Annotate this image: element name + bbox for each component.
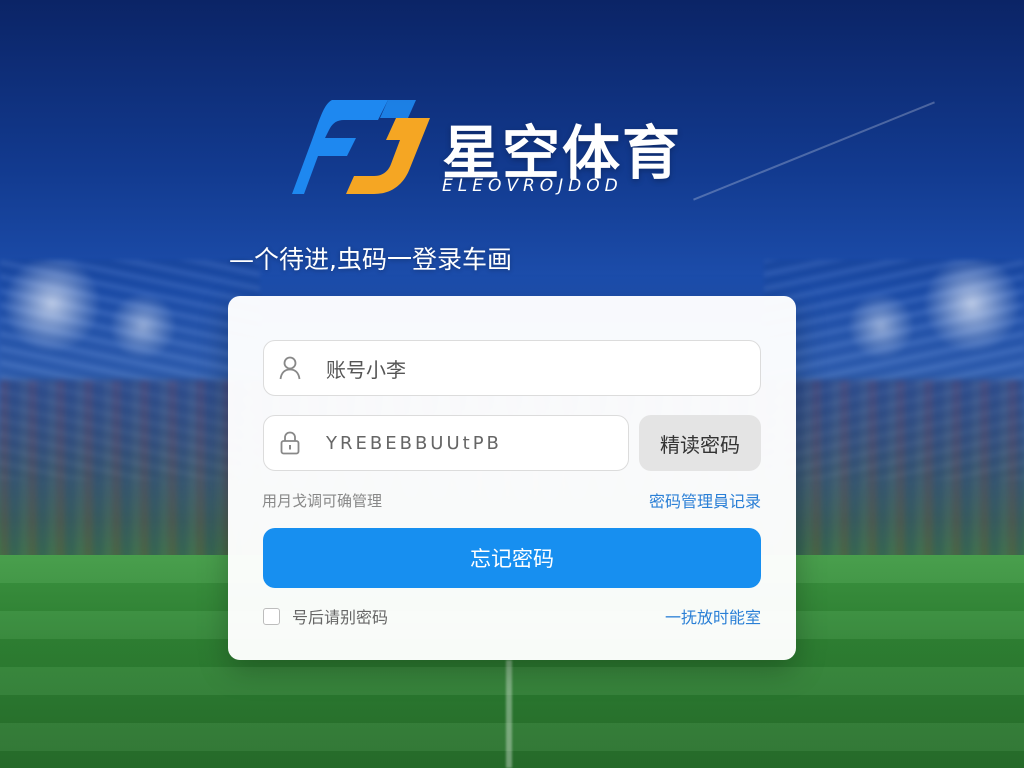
- login-card: 账号小李 YREBEBBUUtPB 精读密码 用月戈调可确管理 密码管理員记录 …: [228, 296, 796, 660]
- account-field[interactable]: 账号小李: [263, 340, 761, 396]
- brand-logo: 星空体育 ELEOVROJDOD: [292, 94, 732, 204]
- checkbox-box[interactable]: [263, 607, 280, 625]
- password-field[interactable]: YREBEBBUUtPB: [263, 415, 629, 471]
- password-action-button[interactable]: 精读密码: [639, 415, 761, 471]
- submit-button[interactable]: 忘记密码: [263, 528, 761, 588]
- page-tagline: —个待进,虫码一登录车画: [229, 245, 512, 274]
- bottom-right-link[interactable]: 一抚放时能室: [665, 604, 761, 628]
- pitch-midline: [506, 660, 512, 768]
- password-manage-link[interactable]: 密码管理員记录: [649, 488, 761, 512]
- password-input-value: YREBEBBUUtPB: [326, 432, 502, 454]
- user-icon: [278, 356, 302, 380]
- form-hint: 用月戈调可确管理: [262, 492, 383, 510]
- lock-icon: [278, 431, 302, 455]
- account-input-value: 账号小李: [326, 357, 406, 382]
- brand-subtitle: ELEOVROJDOD: [442, 176, 623, 196]
- logo-mark-icon: [292, 100, 430, 194]
- remember-label: 号后请别密码: [292, 608, 389, 627]
- remember-checkbox[interactable]: 号后请别密码: [263, 604, 388, 628]
